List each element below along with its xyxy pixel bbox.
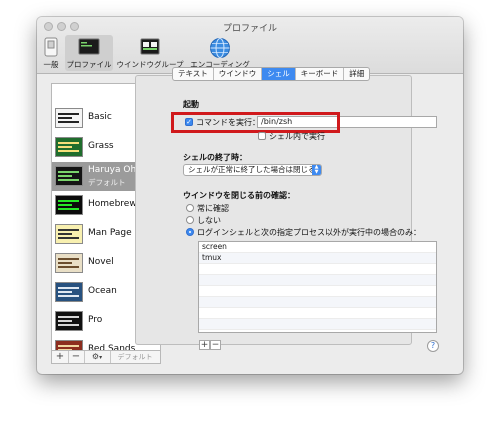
tab-keyboard[interactable]: キーボード [296, 68, 345, 80]
tab-window[interactable]: ウインドウ [214, 68, 263, 80]
thumbnail-text-line [58, 345, 79, 347]
profile-thumbnail [55, 253, 83, 273]
add-profile-button[interactable]: + [52, 351, 69, 363]
profile-name: Homebrew [88, 199, 137, 209]
profile-name: Grass [88, 141, 114, 151]
gear-icon: ⚙ [91, 352, 100, 361]
remove-process-button[interactable]: − [210, 340, 221, 350]
option-only-if-processes: ログインシェルと次の指定プロセス以外が実行中の場合のみ： [197, 228, 421, 237]
thumbnail-text-line [58, 113, 79, 115]
thumbnail-text-line [58, 179, 79, 181]
run-in-shell-label: シェル内で実行 [269, 132, 325, 141]
startup-heading: 起動 [183, 100, 199, 109]
process-row [199, 319, 436, 330]
process-row[interactable]: screen [199, 242, 436, 253]
run-in-shell-checkbox[interactable] [258, 132, 266, 140]
thumbnail-text-line [58, 320, 72, 322]
tab-shell[interactable]: シェル [262, 68, 296, 80]
tab-text[interactable]: テキスト [173, 68, 214, 80]
remove-profile-button[interactable]: − [68, 351, 85, 363]
profile-thumbnail [55, 137, 83, 157]
profile-name: Novel [88, 257, 114, 267]
thumbnail-text-line [58, 150, 79, 152]
thumbnail-text-line [58, 291, 72, 293]
profile-name: Ocean [88, 286, 117, 296]
thumbnail-text-line [58, 121, 79, 123]
profile-thumbnail [55, 282, 83, 302]
thumbnail-text-line [58, 208, 79, 210]
thumbnail-text-line [58, 295, 79, 297]
thumbnail-text-line [58, 324, 79, 326]
profile-name: Basic [88, 112, 112, 122]
option-never: しない [197, 216, 221, 225]
radio-never[interactable] [186, 216, 194, 224]
process-row [199, 264, 436, 275]
process-list[interactable]: screen tmux [198, 241, 437, 333]
thumbnail-text-line [58, 266, 79, 268]
profile-name: Pro [88, 315, 103, 325]
profile-name: Man Page [88, 228, 132, 238]
thumbnail-text-line [58, 237, 79, 239]
chevron-updown-icon: ▲ ▼ [312, 165, 321, 175]
process-row [199, 275, 436, 286]
shell-exit-selected-value: シェルが正常に終了した場合は閉じる [188, 165, 316, 174]
thumbnail-text-line [58, 204, 72, 206]
profile-thumbnail [55, 224, 83, 244]
thumbnail-text-line [58, 316, 79, 318]
help-button[interactable]: ? [427, 340, 439, 352]
radio-always-ask[interactable] [186, 204, 194, 212]
thumbnail-text-line [58, 175, 72, 177]
thumbnail-text-line [58, 171, 79, 173]
process-row [199, 308, 436, 319]
profile-thumbnail [55, 166, 83, 186]
set-default-button[interactable]: デフォルト [112, 351, 158, 363]
chevron-down-icon: ▾ [99, 354, 103, 361]
tab-advanced[interactable]: 詳細 [344, 68, 369, 80]
profile-thumbnail [55, 108, 83, 128]
close-confirm-heading: ウインドウを閉じる前の確認： [183, 191, 295, 200]
profile-thumbnail [55, 195, 83, 215]
radio-only-if-processes[interactable] [186, 228, 194, 236]
thumbnail-text-line [58, 117, 72, 119]
settings-tabs: テキスト ウインドウ シェル キーボード 詳細 [172, 67, 371, 81]
profile-thumbnail [55, 311, 83, 331]
process-row [199, 286, 436, 297]
process-row[interactable]: tmux [199, 253, 436, 264]
thumbnail-text-line [58, 287, 79, 289]
profile-default-tag: デフォルト [88, 178, 126, 187]
profile-actions-menu[interactable]: ⚙▾ [84, 351, 111, 363]
thumbnail-text-line [58, 146, 72, 148]
thumbnail-text-line [58, 258, 79, 260]
thumbnail-text-line [58, 262, 72, 264]
shell-exit-heading: シェルの終了時： [183, 153, 247, 162]
thumbnail-text-line [58, 233, 72, 235]
thumbnail-text-line [58, 229, 79, 231]
annotation-highlight-box [171, 112, 340, 133]
option-always-ask: 常に確認 [197, 204, 229, 213]
process-row [199, 330, 436, 332]
profile-list-toolbar: + − ⚙▾ デフォルト [51, 350, 161, 364]
shell-exit-select[interactable]: シェルが正常に終了した場合は閉じる ▲ ▼ [183, 164, 322, 176]
thumbnail-text-line [58, 142, 79, 144]
process-row [199, 297, 436, 308]
thumbnail-text-line [58, 200, 79, 202]
add-process-button[interactable]: + [199, 340, 210, 350]
